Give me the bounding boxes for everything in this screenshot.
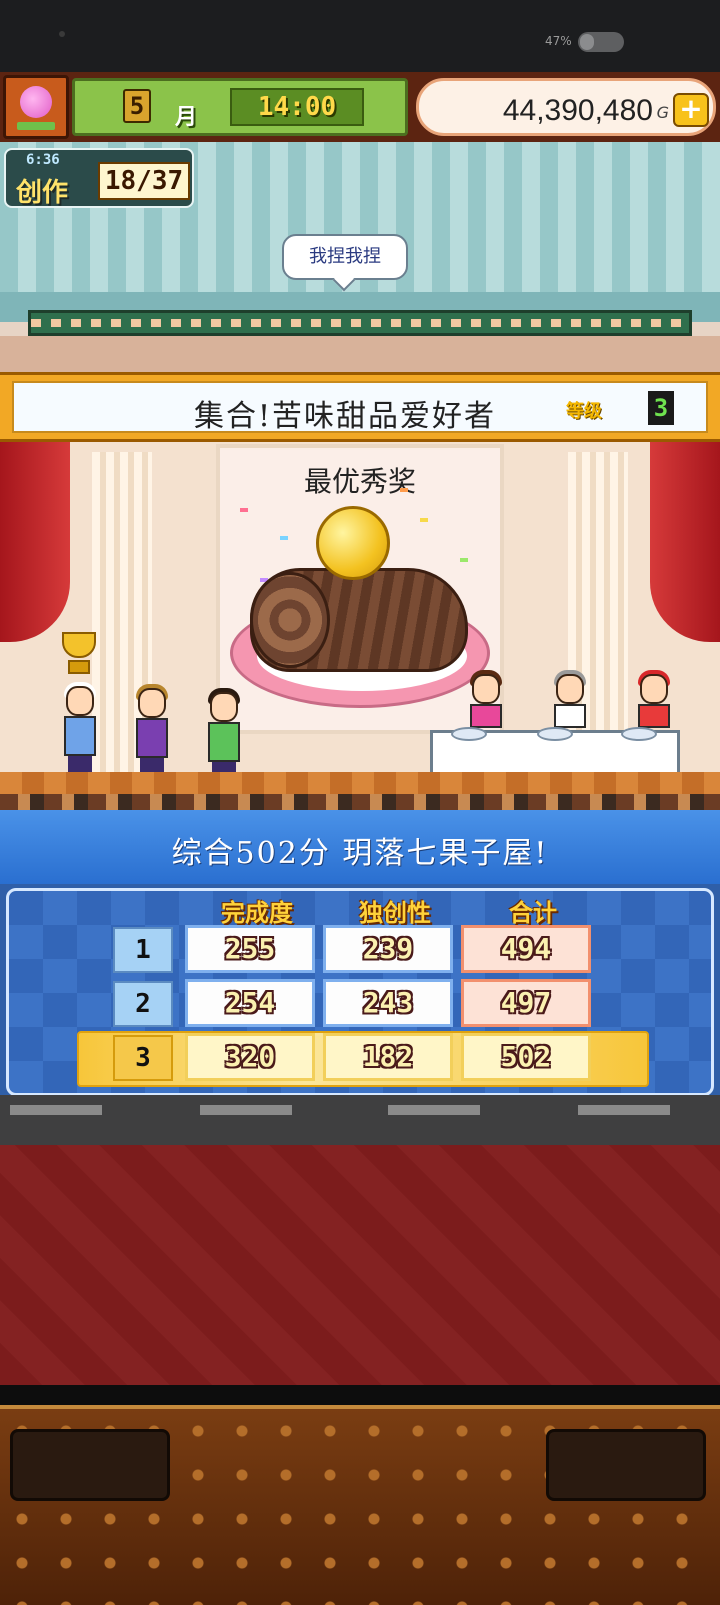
staff-character-2[interactable] [204,688,244,778]
row-number: 1 [113,927,173,973]
total-score: 494 [461,925,591,973]
date-time-bar: 5 月 14:00 [72,78,408,136]
judge-character-3 [634,670,674,730]
row-number: 3 [113,1035,173,1081]
creation-badge[interactable]: 6:36 创作 18/37 [4,148,194,208]
creation-timer: 6:36 [26,152,60,168]
confetti [400,488,408,492]
status-bar: 47% [0,0,720,72]
column-header-originality: 独创性 [359,899,431,927]
rank-value: 3 [648,391,674,425]
judge-character-1 [466,670,506,730]
bottom-control-panel [0,1405,720,1605]
award-portrait: 最优秀奖 [216,444,504,734]
score-banner: 综合502分 玥落七果子屋! [0,810,720,884]
month-label: 月 [175,105,198,130]
curtain-left [0,442,70,642]
road-line [388,1105,480,1115]
shop-awning [28,310,692,336]
top-hud: 5 月 14:00 44,390,480 G + [0,72,720,142]
results-panel: 综合502分 玥落七果子屋! 完成度 独创性 合计 1 255 239 494 … [0,810,720,1100]
judge-plate [451,727,487,741]
trophy-icon [56,632,102,676]
road-line [200,1105,292,1115]
score-board: 完成度 独创性 合计 1 255 239 494 2 254 243 497 3… [6,888,714,1096]
money-value: 44,390,480 [502,94,653,127]
money-unit: G [656,103,669,122]
confetti [460,558,468,562]
month-number: 5 [123,89,151,123]
speech-bubble: 我捏我捏 [282,234,408,280]
camera-dot-icon [59,31,65,37]
rank-label: 等级 [566,401,602,422]
originality-score: 239 [323,925,453,973]
game-scene: 6:36 创作 18/37 我捏我捏 集合!苦味甜品爱好者 等级 3 最优秀奖 [0,142,720,810]
chef-character[interactable] [60,682,100,772]
battery-percent: 47% [545,34,572,48]
total-score: 502 [461,1033,591,1081]
judge-table [430,727,680,776]
street-road [0,1095,720,1145]
golden-ball-topping [316,506,390,580]
left-menu-button[interactable] [10,1429,170,1501]
confetti [280,536,288,540]
award-title: 最优秀奖 [303,465,416,498]
panel-divider [0,1385,720,1405]
row-number: 2 [113,981,173,1027]
column-header-completion: 完成度 [221,899,293,927]
contest-banner: 集合!苦味甜品爱好者 等级 3 [0,372,720,442]
contest-title-panel: 集合!苦味甜品爱好者 等级 3 [12,381,708,434]
contest-title: 集合!苦味甜品爱好者 [194,399,497,434]
staff-character-1[interactable] [132,684,172,774]
lower-wall [0,336,720,372]
creation-label: 创作 [16,178,69,208]
battery-icon [578,32,624,52]
log-cake-swirl [250,572,330,668]
confetti [240,508,248,512]
cotton-candy-icon[interactable] [3,75,69,139]
award-stage: 最优秀奖 [0,442,720,810]
originality-score: 243 [323,979,453,1027]
column-header-total: 合计 [509,899,557,927]
clock-time: 14:00 [230,88,364,126]
completion-score: 255 [185,925,315,973]
completion-score: 320 [185,1033,315,1081]
total-score: 497 [461,979,591,1027]
confetti [420,518,428,522]
judge-plate [621,727,657,741]
road-line [578,1105,670,1115]
judge-plate [537,727,573,741]
originality-score: 182 [323,1033,453,1081]
score-summary: 综合502分 玥落七果子屋! [171,836,549,871]
lower-panel [0,1145,720,1385]
audience-row [0,794,720,810]
creation-progress: 18/37 [98,162,190,200]
judge-character-2 [550,670,590,730]
add-money-button[interactable]: + [673,93,709,127]
road-line [10,1105,102,1115]
right-menu-button[interactable] [546,1429,706,1501]
money-display: 44,390,480 G + [416,78,716,136]
curtain-right [650,442,720,642]
completion-score: 254 [185,979,315,1027]
